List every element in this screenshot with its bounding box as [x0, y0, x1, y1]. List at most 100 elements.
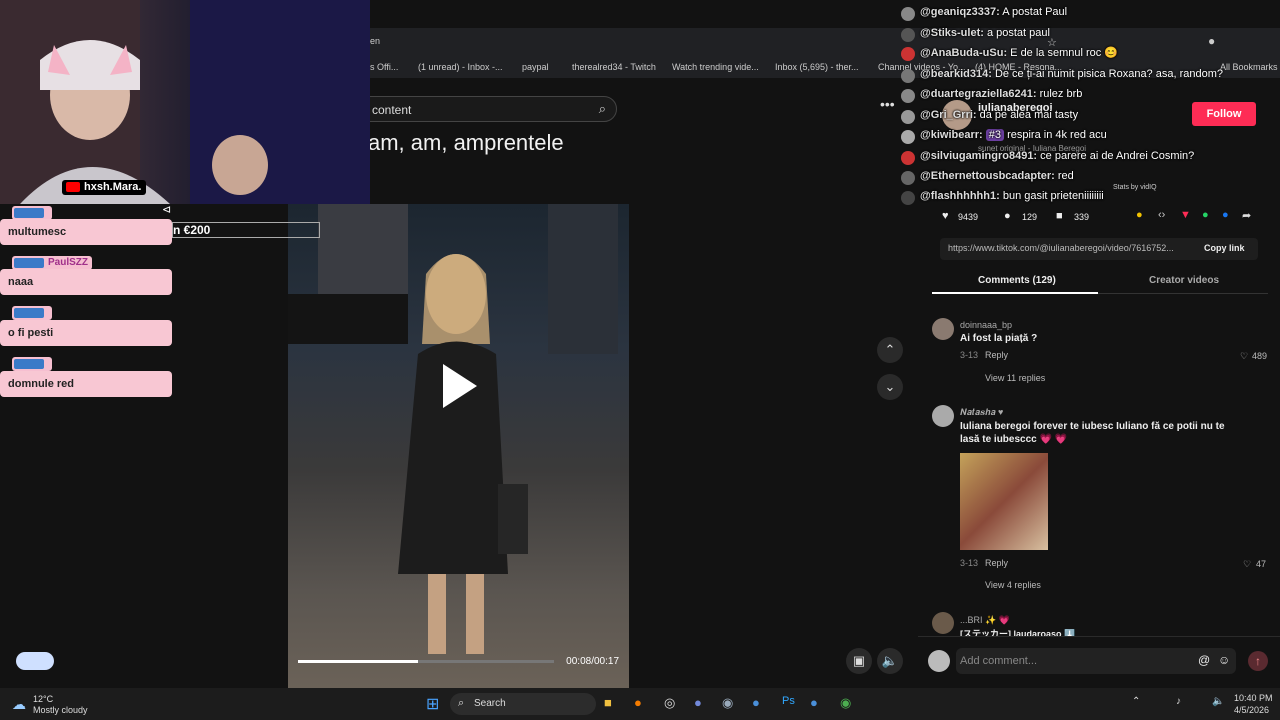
user-avatar — [928, 650, 950, 672]
mic-icon[interactable]: ♪ — [1176, 696, 1181, 707]
search-icon: ⌕ — [458, 697, 465, 709]
weather-temp[interactable]: 12°C — [33, 694, 53, 704]
chat-message: domnule red — [0, 371, 172, 397]
video-link[interactable]: https://www.tiktok.com/@iulianaberegoi/v… — [948, 243, 1174, 253]
next-video-button[interactable]: ⌄ — [877, 374, 903, 400]
weather-desc[interactable]: Mostly cloudy — [33, 705, 88, 715]
bookmark-item[interactable]: Inbox (5,695) - ther... — [775, 62, 859, 72]
comment-date: 3-13 — [960, 558, 979, 568]
comment-icon[interactable]: ● — [1004, 210, 1011, 222]
commenter-avatar[interactable] — [932, 405, 954, 427]
comment-user[interactable]: doinnaaa_bp — [960, 320, 1012, 330]
embed-icon[interactable]: ‹› — [1158, 209, 1165, 221]
facebook-icon[interactable]: ● — [1222, 209, 1229, 221]
comment-user[interactable]: ...BRI ✨ 💗 — [960, 615, 1010, 626]
tab-comments[interactable]: Comments (129) — [978, 275, 1056, 286]
comment-text: Iuliana beregoi forever te iubesc Iulian… — [960, 421, 1225, 445]
overlay-chat-message: red — [1057, 170, 1074, 182]
commenter-avatar[interactable] — [932, 318, 954, 340]
bookmark-item[interactable]: paypal — [522, 62, 549, 72]
bookmark-item[interactable]: s Offi... — [370, 62, 398, 72]
app-icon[interactable]: ● — [752, 695, 760, 710]
coin-icon[interactable]: ● — [1136, 209, 1143, 221]
link-box: https://www.tiktok.com/@iulianaberegoi/v… — [940, 238, 1258, 260]
overlay-chat-line: @bearkid314: De ce ți-ai numit pisica Ro… — [898, 68, 1223, 83]
view-replies-button[interactable]: View 11 replies — [985, 373, 1045, 383]
taskbar-search[interactable]: ⌕ Search — [450, 693, 596, 715]
overlay-chat-user: @Gri_Grri: — [920, 109, 977, 121]
discord-icon[interactable]: ● — [694, 695, 702, 710]
prev-video-button[interactable]: ⌃ — [877, 337, 903, 363]
copy-link-button[interactable]: Copy link — [1204, 243, 1245, 253]
clock-date[interactable]: 4/5/2026 — [1234, 705, 1269, 715]
pip-icon[interactable]: ▣ — [846, 648, 872, 674]
clock-time[interactable]: 10:40 PM — [1234, 693, 1273, 703]
video-player[interactable]: 00:08/00:17 — [288, 204, 629, 688]
bookmark-icon[interactable]: ■ — [1056, 210, 1063, 222]
start-icon[interactable]: ⊞ — [426, 694, 439, 714]
comment-user[interactable]: 𝑵𝒂𝒕𝒂𝒔𝒉𝒂 ♥ — [960, 407, 1003, 418]
search-bar[interactable]: content ⌕ — [355, 96, 617, 122]
mention-icon[interactable]: @ — [1198, 653, 1210, 667]
overlay-chat-message: rulez brb — [1039, 88, 1083, 100]
firefox-icon[interactable]: ● — [634, 695, 642, 710]
bookmark-item[interactable]: (1 unread) - Inbox -... — [418, 62, 503, 72]
share-icon[interactable]: ➦ — [1242, 209, 1251, 222]
overlay-chat-user: @geaniqz3337: — [920, 6, 1000, 18]
like-icon[interactable]: ♥ — [942, 210, 949, 222]
overlay-chat-line: @Ethernettousbcadapter: red — [898, 170, 1074, 185]
video-progress-bar[interactable] — [298, 660, 554, 663]
bookmark-item[interactable]: therealred34 - Twitch — [572, 62, 656, 72]
steam-icon[interactable]: ◉ — [722, 695, 733, 711]
comment-likes: 489 — [1252, 351, 1268, 361]
chat-badges — [14, 208, 44, 218]
post-comment-button[interactable]: ↑ — [1248, 651, 1268, 671]
volume-icon[interactable]: 🔈 — [1212, 696, 1224, 707]
search-icon[interactable]: ⌕ — [599, 101, 606, 117]
comment-sticker-image[interactable] — [960, 453, 1048, 550]
overlay-chat-user: @silviugamingro8491: — [920, 150, 1038, 162]
chat-message-text: naaa — [8, 276, 34, 288]
overlay-chat-avatar — [901, 89, 915, 103]
app-icon[interactable]: ● — [810, 695, 818, 710]
streamer-name: hxsh.Mara. — [84, 181, 142, 193]
webcam-feed — [0, 0, 370, 204]
chat-badges — [14, 258, 44, 268]
comment-date: 3-13 — [960, 350, 979, 360]
overlay-chat-avatar — [901, 28, 915, 42]
overlay-chat-user: @flashhhhhh1: — [920, 190, 1000, 202]
overlay-chat-user: @kiwibearr: — [920, 129, 983, 141]
reply-button[interactable]: Reply — [985, 350, 1008, 360]
reply-button[interactable]: Reply — [985, 558, 1008, 568]
tab-title[interactable]: en — [370, 36, 380, 46]
overlay-chat-avatar — [901, 110, 915, 124]
more-options-icon[interactable]: ••• — [880, 96, 895, 112]
streamer-webcam: hxsh.Mara. — [0, 0, 370, 204]
commenter-avatar[interactable] — [932, 612, 954, 634]
play-icon[interactable] — [443, 364, 477, 408]
like-count: 9439 — [958, 212, 979, 222]
comment-like-icon[interactable]: ♡ — [1240, 351, 1248, 362]
overlay-chat-line: @geaniqz3337: A postat Paul — [898, 6, 1067, 21]
comment-like-icon[interactable]: ♡ — [1243, 559, 1251, 570]
chat-user-tag: PaulSZZ — [12, 256, 93, 270]
tab-creator-videos[interactable]: Creator videos — [1149, 275, 1219, 286]
photoshop-icon[interactable]: Ps — [782, 695, 795, 707]
app-icon[interactable]: ◎ — [664, 695, 675, 711]
stream-widget-icon — [16, 652, 54, 670]
emoji-icon[interactable]: ☺ — [1218, 653, 1230, 667]
view-replies-button[interactable]: View 4 replies — [985, 580, 1041, 590]
weather-icon[interactable]: ☁ — [12, 696, 26, 713]
comment-text: [ステッカー] laudaroaso ⬇️ — [960, 629, 1076, 636]
search-input[interactable]: content — [372, 103, 411, 117]
whatsapp-icon[interactable]: ● — [1202, 209, 1209, 221]
chrome-icon[interactable]: ◉ — [840, 695, 851, 711]
volume-icon[interactable]: 🔈 — [877, 648, 903, 674]
bookmark-item[interactable]: Watch trending vide... — [672, 62, 759, 72]
file-explorer-icon[interactable]: ■ — [604, 695, 612, 710]
send-icon[interactable]: ▼ — [1180, 209, 1191, 221]
comment-input[interactable]: Add comment... @ ☺ — [956, 648, 1236, 674]
overlay-chat-user: @bearkid314: — [920, 68, 992, 80]
tray-chevron-icon[interactable]: ⌃ — [1132, 696, 1140, 707]
chat-message: multumesc — [0, 219, 172, 245]
